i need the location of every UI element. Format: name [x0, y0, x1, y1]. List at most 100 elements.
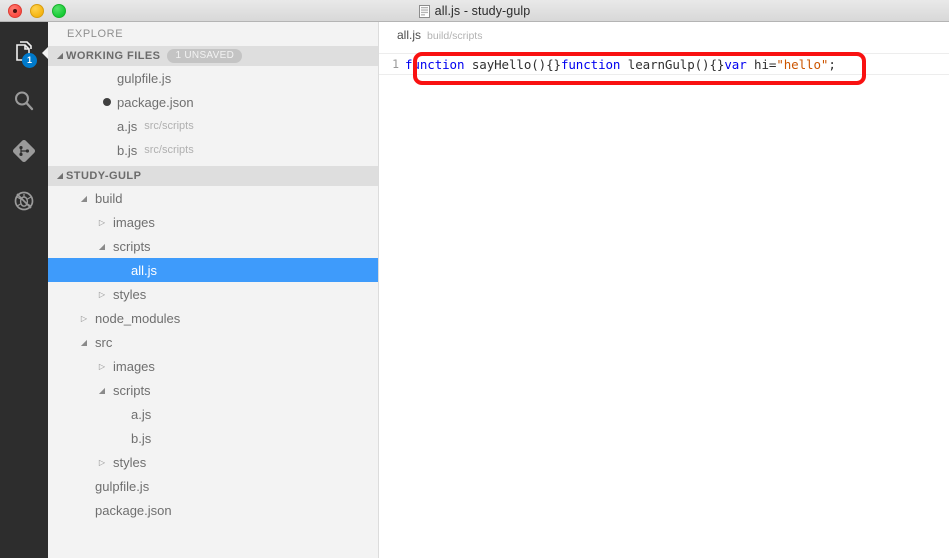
tree-file-row[interactable]: gulpfile.js	[48, 474, 378, 498]
explorer-sidebar: EXPLORE ◢ WORKING FILES 1 UNSAVED gulpfi…	[48, 22, 379, 558]
chevron-down-icon: ◢	[56, 51, 64, 60]
working-file-row[interactable]: gulpfile.js	[48, 66, 378, 90]
tree-folder-row[interactable]: ◢ scripts	[48, 234, 378, 258]
line-number: 1	[392, 57, 399, 71]
chevron-right-icon: ▷	[98, 217, 106, 227]
source-control-icon	[11, 138, 37, 169]
tree-file-row[interactable]: a.js	[48, 402, 378, 426]
tree-folder-row[interactable]: ▷ node_modules	[48, 306, 378, 330]
working-file-row[interactable]: a.js src/scripts	[48, 114, 378, 138]
working-file-path: src/scripts	[144, 144, 194, 156]
tree-item-label: b.js	[131, 430, 152, 446]
working-file-label: b.js	[117, 142, 138, 158]
working-file-label: gulpfile.js	[117, 70, 172, 86]
tree-item-label: scripts	[113, 382, 151, 398]
breadcrumb-path: build/scripts	[427, 30, 483, 42]
window-title: all.js - study-gulp	[0, 0, 949, 22]
document-icon	[418, 4, 430, 18]
activity-item-source-control[interactable]	[0, 128, 48, 178]
minimize-button[interactable]	[30, 3, 44, 18]
working-file-label: package.json	[117, 94, 194, 110]
chevron-down-icon: ◢	[56, 171, 64, 180]
working-file-row[interactable]: b.js src/scripts	[48, 138, 378, 162]
explorer-badge: 1	[22, 53, 37, 68]
code-area[interactable]: 1 function sayHello(){}function learnGul…	[379, 53, 949, 75]
close-button[interactable]	[8, 3, 22, 18]
chevron-right-icon: ▷	[98, 361, 106, 371]
chevron-right-icon: ▷	[98, 289, 106, 299]
unsaved-badge: 1 UNSAVED	[167, 49, 243, 63]
breadcrumb-file: all.js	[397, 28, 422, 42]
code-token-pl: learnGulp(){}	[627, 56, 725, 72]
code-content[interactable]: function sayHello(){}function learnGulp(…	[405, 57, 836, 72]
code-token-pl: ;	[828, 56, 836, 72]
tree-folder-row[interactable]: ◢ build	[48, 186, 378, 210]
dirty-dot-icon	[103, 98, 111, 106]
tree-file-row[interactable]: package.json	[48, 498, 378, 522]
code-token-kw: function	[560, 56, 628, 72]
dirty-dot-placeholder	[103, 74, 111, 82]
chevron-down-icon: ◢	[98, 385, 106, 395]
vscode-window: all.js - study-gulp 1 EXPLORE ◢ WORKING …	[0, 0, 949, 558]
activity-item-explorer[interactable]: 1	[0, 28, 49, 78]
tree-item-label: src	[95, 334, 113, 350]
window-controls	[0, 3, 66, 18]
editor-pane: all.js build/scripts 1 function sayHello…	[379, 22, 949, 558]
code-token-pl: hi=	[754, 56, 777, 72]
section-title-working-files: WORKING FILES	[66, 50, 161, 62]
explore-title: EXPLORE	[67, 28, 124, 40]
section-header-folder[interactable]: ◢ STUDY-GULP	[48, 166, 378, 186]
tree-file-row[interactable]: b.js	[48, 426, 378, 450]
tree-item-label: styles	[113, 454, 147, 470]
tree-item-label: gulpfile.js	[95, 478, 150, 494]
code-token-kw: var	[724, 56, 755, 72]
working-file-label: a.js	[117, 118, 138, 134]
chevron-right-icon: ▷	[98, 457, 106, 467]
section-title-folder: STUDY-GULP	[66, 170, 142, 182]
code-token-pl: sayHello(){}	[471, 56, 561, 72]
debug-icon	[11, 188, 37, 219]
tree-item-label: all.js	[131, 262, 158, 278]
tree-item-label: a.js	[131, 406, 152, 422]
tree-item-label: build	[95, 190, 123, 206]
maximize-button[interactable]	[52, 3, 66, 18]
tree-folder-row[interactable]: ▷ images	[48, 354, 378, 378]
tree-item-label: images	[113, 358, 155, 374]
title-label: all.js - study-gulp	[434, 4, 531, 18]
tree-item-label: scripts	[113, 238, 151, 254]
dirty-dot-placeholder	[103, 146, 111, 154]
tree-file-row[interactable]: all.js	[48, 258, 378, 282]
tree-item-label: package.json	[95, 502, 172, 518]
activity-item-debug[interactable]	[0, 178, 48, 228]
title-bar: all.js - study-gulp	[0, 0, 949, 22]
chevron-right-icon: ▷	[80, 313, 88, 323]
breadcrumb[interactable]: all.js build/scripts	[379, 22, 949, 50]
tree-item-label: styles	[113, 286, 147, 302]
file-tree: ◢ build ▷ images ◢ scripts all.js ▷ styles ▷ node…	[48, 186, 378, 522]
section-header-working-files[interactable]: ◢ WORKING FILES 1 UNSAVED	[48, 46, 378, 66]
tree-folder-row[interactable]: ▷ images	[48, 210, 378, 234]
tree-item-label: node_modules	[95, 310, 181, 326]
dirty-dot-placeholder	[103, 122, 111, 130]
working-file-row[interactable]: package.json	[48, 90, 378, 114]
tree-folder-row[interactable]: ▷ styles	[48, 282, 378, 306]
tree-item-label: images	[113, 214, 155, 230]
tree-folder-row[interactable]: ◢ src	[48, 330, 378, 354]
chevron-down-icon: ◢	[98, 241, 106, 251]
chevron-down-icon: ◢	[80, 337, 88, 347]
code-line-1[interactable]: 1 function sayHello(){}function learnGul…	[379, 53, 949, 75]
working-file-path: src/scripts	[144, 120, 194, 132]
code-token-kw: function	[405, 56, 472, 72]
chevron-down-icon: ◢	[80, 193, 88, 203]
tree-folder-row[interactable]: ▷ styles	[48, 450, 378, 474]
tree-folder-row[interactable]: ◢ scripts	[48, 378, 378, 402]
code-token-str: "hello"	[776, 56, 829, 72]
search-icon	[11, 88, 37, 119]
activity-item-search[interactable]	[0, 78, 48, 128]
activity-bar: 1	[0, 22, 49, 558]
